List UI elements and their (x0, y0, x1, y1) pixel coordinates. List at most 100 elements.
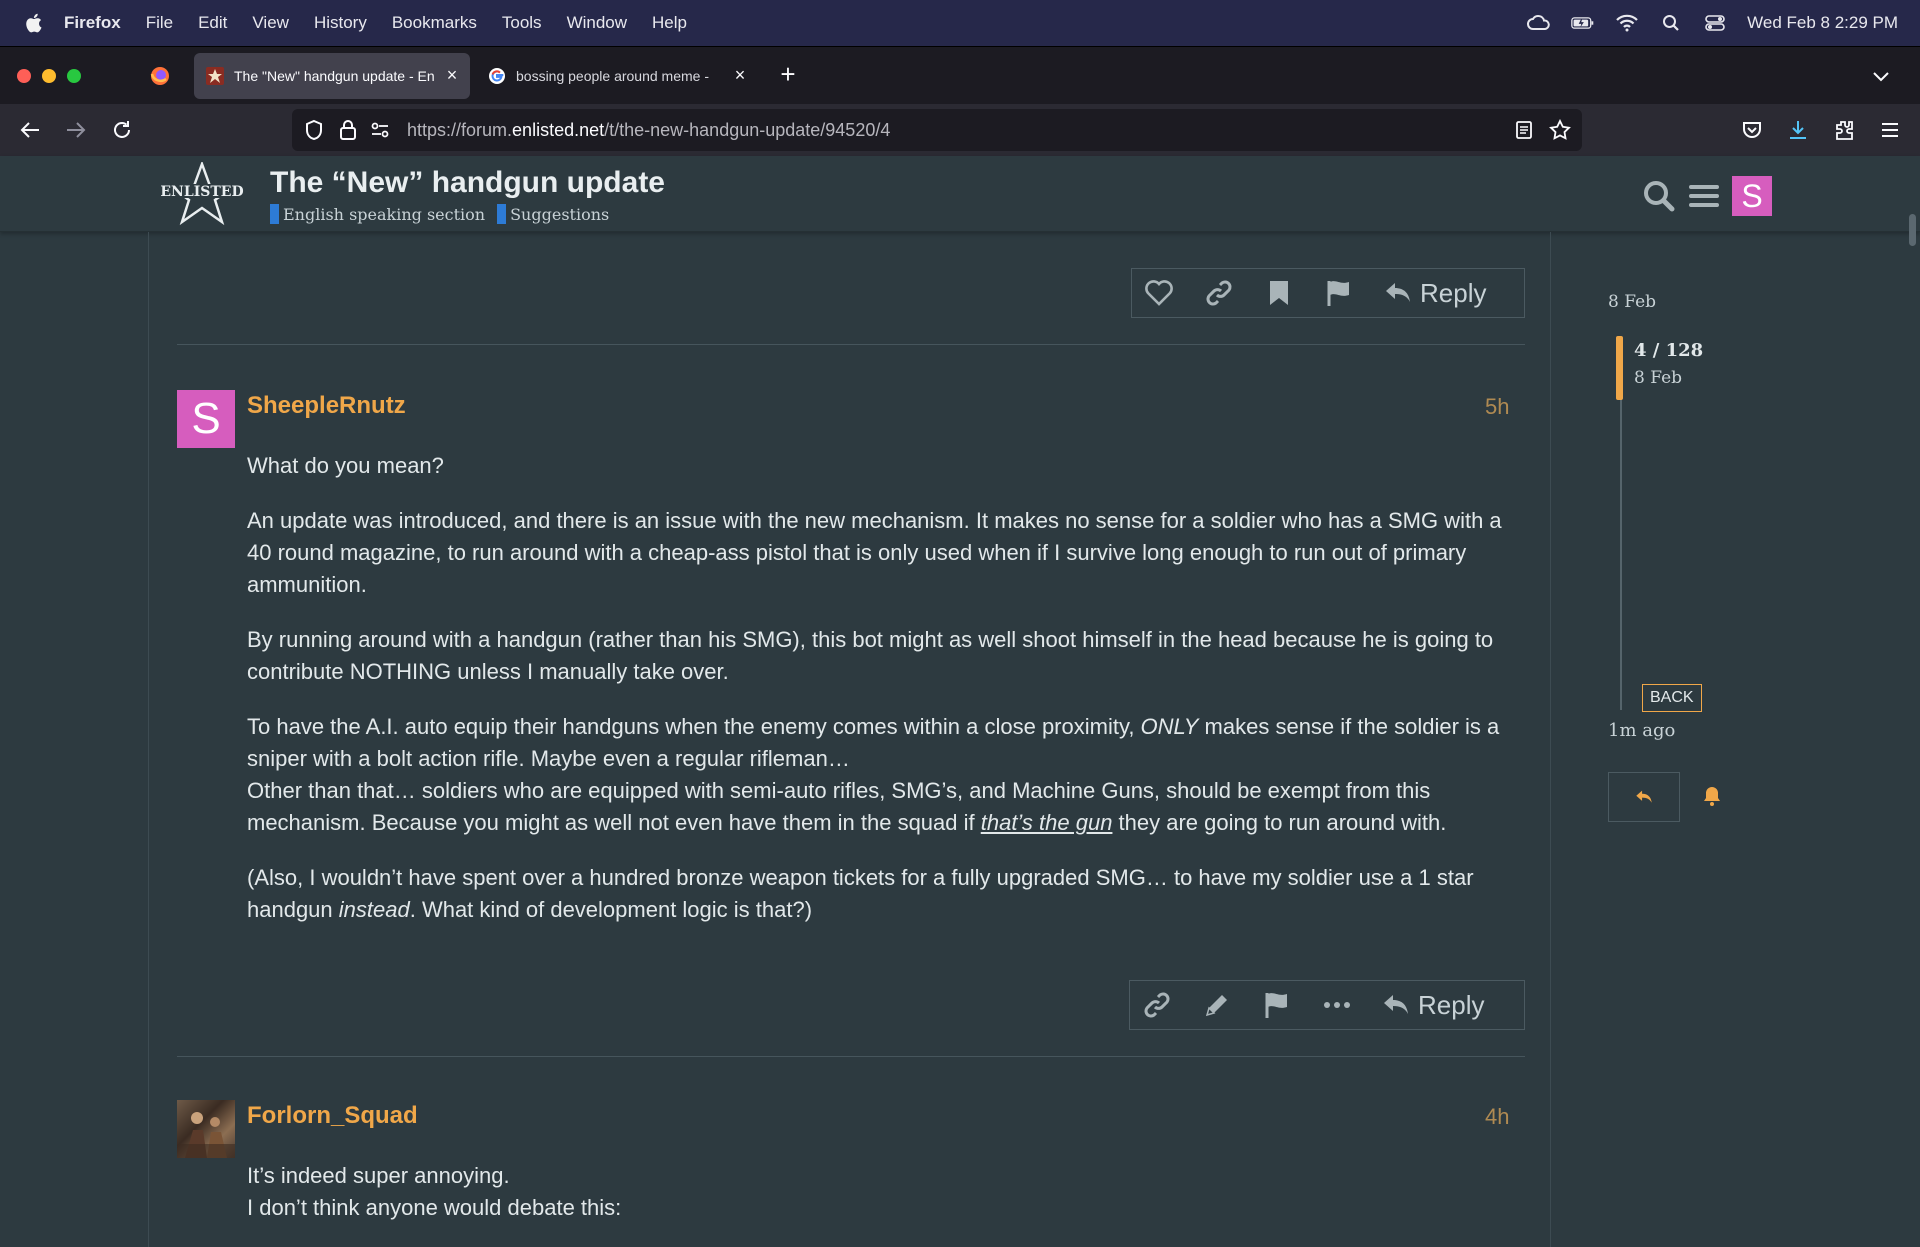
wifi-icon[interactable] (1615, 13, 1639, 33)
reply-button-label: Reply (1418, 989, 1485, 1020)
window-minimize-button[interactable] (42, 69, 56, 83)
forum-header: ENLISTED The “New” handgun update Englis… (0, 156, 1920, 232)
reload-button[interactable] (109, 117, 135, 143)
window-zoom-button[interactable] (67, 69, 81, 83)
reply-button-label: Reply (1420, 277, 1487, 308)
tab-bossing-meme[interactable]: bossing people around meme - × (476, 53, 758, 99)
tab-close-icon[interactable]: × (444, 66, 460, 84)
url-text[interactable]: https://forum.enlisted.net/t/the-new-han… (407, 120, 890, 141)
battery-icon[interactable] (1571, 13, 1595, 33)
menu-bookmarks[interactable]: Bookmarks (392, 13, 477, 33)
downloads-icon[interactable] (1785, 117, 1811, 143)
new-tab-button[interactable]: + (776, 61, 800, 87)
timeline-reply-button[interactable] (1608, 772, 1680, 822)
bookmark-star-icon[interactable] (1548, 118, 1572, 142)
notification-bell-icon[interactable] (1700, 784, 1724, 808)
hamburger-menu-icon[interactable] (1688, 180, 1720, 212)
macos-menubar: Firefox File Edit View History Bookmarks… (0, 0, 1920, 46)
header-icons: S (1642, 176, 1772, 216)
reply-arrow-icon (1636, 790, 1652, 803)
menu-tools[interactable]: Tools (502, 13, 542, 33)
post-username[interactable]: Forlorn_Squad (247, 1102, 418, 1130)
apple-icon[interactable] (24, 12, 46, 34)
post-paragraph: An update was introduced, and there is a… (247, 508, 1502, 597)
post-paragraph: To have the A.I. auto equip their handgu… (247, 711, 1517, 839)
tab-handgun-update[interactable]: The "New" handgun update - En × (194, 53, 470, 99)
post-timestamp[interactable]: 5h (1485, 394, 1509, 420)
creative-cloud-icon[interactable] (1527, 13, 1551, 33)
edit-pencil-icon[interactable] (1202, 990, 1232, 1020)
bookmark-icon[interactable] (1264, 278, 1294, 308)
enlisted-logo[interactable]: ENLISTED (158, 162, 246, 226)
text-run: they are going to run around with. (1112, 810, 1447, 835)
timeline-last-activity[interactable]: 1m ago (1608, 720, 1675, 741)
category-color-swatch (497, 204, 507, 224)
reply-arrow-icon (1386, 283, 1410, 302)
tab-title: bossing people around meme - (516, 68, 710, 84)
lock-icon[interactable] (336, 118, 360, 142)
post-divider (177, 1056, 1525, 1057)
menu-window[interactable]: Window (567, 13, 627, 33)
menu-help[interactable]: Help (652, 13, 687, 33)
post-paragraph: (Also, I wouldn’t have spent over a hund… (247, 862, 1517, 926)
firefox-view-icon[interactable] (150, 66, 170, 86)
control-center-icon[interactable] (1703, 13, 1727, 33)
flag-icon[interactable] (1262, 990, 1292, 1020)
post-actions: Reply (1129, 980, 1525, 1030)
timeline-scroll-handle[interactable] (1616, 336, 1623, 400)
post-username[interactable]: SheepleRnutz (247, 392, 406, 420)
menubar-clock[interactable]: Wed Feb 8 2:29 PM (1747, 13, 1898, 33)
tab-list-chevron-icon[interactable] (1872, 67, 1890, 85)
timeline-start-date[interactable]: 8 Feb (1608, 292, 1656, 312)
reply-button[interactable]: Reply (1382, 990, 1484, 1021)
topic-title[interactable]: The “New” handgun update (270, 166, 665, 200)
tab-close-icon[interactable]: × (732, 66, 748, 84)
text-run: . What kind of development logic is that… (409, 897, 813, 922)
post-timestamp[interactable]: 4h (1485, 1104, 1509, 1130)
category-suggestions[interactable]: Suggestions (497, 204, 609, 224)
more-ellipsis-icon[interactable] (1322, 990, 1352, 1020)
topic-timeline: 8 Feb 4 / 128 8 Feb BACK 1m ago (1608, 232, 1808, 832)
menu-edit[interactable]: Edit (198, 13, 227, 33)
timeline-position-date: 8 Feb (1634, 368, 1683, 388)
post-actions-previous: Reply (1131, 268, 1525, 318)
emphasis-text: ONLY (1140, 714, 1199, 739)
menu-app-firefox[interactable]: Firefox (64, 13, 121, 33)
text-run: To have the A.I. auto equip their handgu… (247, 714, 1141, 739)
window-close-button[interactable] (17, 69, 31, 83)
user-avatar-sheeplernutz[interactable]: S (177, 390, 235, 448)
url-domain: enlisted.net (512, 120, 605, 140)
menu-file[interactable]: File (146, 13, 173, 33)
category-english-speaking[interactable]: English speaking section (270, 204, 485, 224)
spotlight-search-icon[interactable] (1659, 13, 1683, 33)
page-scrollbar[interactable] (1909, 214, 1916, 246)
share-link-icon[interactable] (1204, 278, 1234, 308)
underlined-emphasis-text: that’s the gun (980, 810, 1113, 835)
reply-button[interactable]: Reply (1384, 278, 1486, 309)
tracking-shield-icon[interactable] (302, 118, 326, 142)
menu-view[interactable]: View (252, 13, 289, 33)
address-bar[interactable]: https://forum.enlisted.net/t/the-new-han… (292, 109, 1582, 151)
forward-button[interactable] (63, 117, 89, 143)
timeline-back-button[interactable]: BACK (1642, 684, 1702, 712)
app-menu-hamburger-icon[interactable] (1877, 117, 1903, 143)
post-body: What do you mean? An update was introduc… (247, 450, 1517, 949)
category-color-swatch (270, 204, 279, 224)
like-heart-icon[interactable] (1144, 278, 1174, 308)
search-icon[interactable] (1642, 179, 1676, 213)
reader-view-icon[interactable] (1512, 118, 1536, 142)
tab-bar: The "New" handgun update - En × bossing … (0, 46, 1920, 104)
flag-icon[interactable] (1324, 278, 1354, 308)
category-label: English speaking section (283, 204, 486, 224)
back-button[interactable] (17, 117, 43, 143)
pocket-icon[interactable] (1739, 117, 1765, 143)
extensions-icon[interactable] (1831, 117, 1857, 143)
permissions-icon[interactable] (368, 118, 392, 142)
url-path: /t/the-new-handgun-update/94520/4 (604, 120, 891, 140)
user-avatar-forlorn-squad[interactable] (177, 1100, 235, 1158)
current-user-avatar[interactable]: S (1732, 176, 1772, 216)
topic-content: Reply S SheepleRnutz 5h What do you mean… (148, 232, 1551, 1247)
share-link-icon[interactable] (1142, 990, 1172, 1020)
url-prefix: https://forum. (407, 120, 513, 140)
menu-history[interactable]: History (314, 13, 367, 33)
